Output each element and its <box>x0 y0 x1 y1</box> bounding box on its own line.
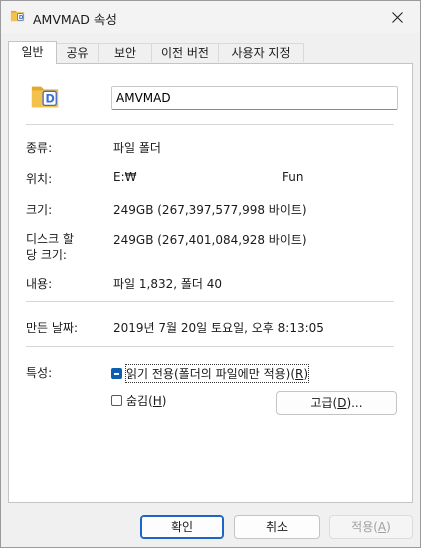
tab-security[interactable]: 보안 <box>98 43 152 62</box>
svg-text:D: D <box>19 15 24 21</box>
tab-customize[interactable]: 사용자 지정 <box>218 43 304 62</box>
tab-sharing[interactable]: 공유 <box>56 43 99 62</box>
type-value: 파일 폴더 <box>113 141 161 155</box>
advanced-button[interactable]: 고급(D)... <box>276 391 397 415</box>
location-value-folder: Fun <box>282 170 304 184</box>
ok-button[interactable]: 확인 <box>140 515 224 539</box>
folder-icon: D <box>10 10 25 22</box>
location-value: E:₩ <box>113 170 137 184</box>
location-label: 위치: <box>26 172 53 186</box>
separator <box>26 301 394 302</box>
general-panel: D 종류: 파일 폴더 위치: E:₩ Fun 크기: 249GB (267,3… <box>8 63 413 503</box>
close-button[interactable] <box>374 1 420 33</box>
size-on-disk-label-line2: 당 크기: <box>26 248 67 262</box>
created-value: 2019년 7월 20일 토요일, 오후 8:13:05 <box>113 321 324 335</box>
title-bar[interactable]: D AMVMAD 속성 <box>1 1 420 33</box>
readonly-checkbox[interactable]: 읽기 전용(폴더의 파일에만 적용)(R) <box>111 364 310 383</box>
close-icon <box>391 11 403 23</box>
checkbox-icon[interactable] <box>111 395 122 406</box>
separator <box>26 124 394 125</box>
checkbox-indeterminate-icon[interactable] <box>111 368 122 379</box>
hidden-text: 숨김(H) <box>126 394 167 408</box>
folder-name-input[interactable] <box>111 86 398 110</box>
cancel-button[interactable]: 취소 <box>234 515 320 539</box>
hidden-checkbox[interactable]: 숨김(H) <box>111 392 166 409</box>
attributes-label: 특성: <box>26 366 53 380</box>
tab-general[interactable]: 일반 <box>8 41 57 64</box>
separator <box>26 346 394 347</box>
tab-previous-versions[interactable]: 이전 버전 <box>151 43 219 62</box>
svg-text:D: D <box>45 93 54 106</box>
window-title: AMVMAD 속성 <box>33 12 117 27</box>
readonly-text: 읽기 전용(폴더의 파일에만 적용)(R) <box>124 364 310 383</box>
apply-button[interactable]: 적용(A) <box>329 515 413 539</box>
size-on-disk-value: 249GB (267,401,084,928 바이트) <box>113 233 307 247</box>
contents-value: 파일 1,832, 폴더 40 <box>113 277 223 291</box>
size-value: 249GB (267,397,577,998 바이트) <box>113 203 307 217</box>
properties-window: D AMVMAD 속성 일반 공유 보안 이전 버전 사용자 지정 D 종류: … <box>0 0 421 548</box>
size-on-disk-label-line1: 디스크 할 <box>26 232 74 246</box>
type-label: 종류: <box>26 141 53 155</box>
size-label: 크기: <box>26 203 53 217</box>
created-label: 만든 날짜: <box>26 321 79 335</box>
folder-icon: D <box>31 86 59 108</box>
contents-label: 내용: <box>26 277 53 291</box>
